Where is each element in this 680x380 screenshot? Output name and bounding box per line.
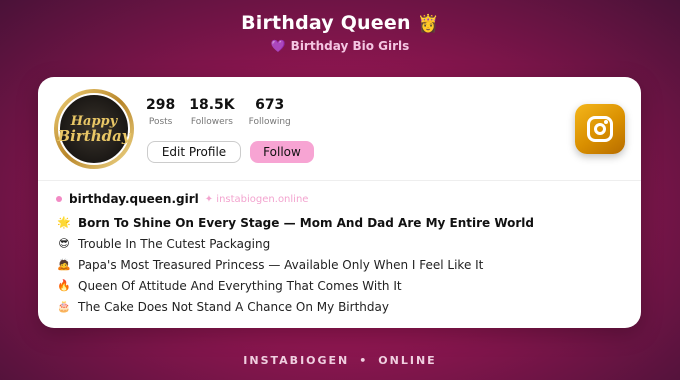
title-text: Birthday Queen bbox=[241, 12, 411, 34]
stat-followers[interactable]: 18.5K Followers bbox=[189, 97, 234, 127]
handle-dot-icon bbox=[56, 196, 62, 202]
bio-text: Papa's Most Treasured Princess — Availab… bbox=[78, 257, 484, 272]
camera-outline bbox=[587, 116, 613, 142]
cake-icon: 🎂 bbox=[57, 300, 71, 313]
edit-profile-button[interactable]: Edit Profile bbox=[147, 141, 241, 163]
page-subtitle: 💜 Birthday Bio Girls bbox=[0, 39, 680, 53]
bio-line: 😎 Trouble In The Cutest Packaging bbox=[56, 233, 534, 254]
page-header: Birthday Queen 👸 💜 Birthday Bio Girls bbox=[0, 12, 680, 53]
bio-line: 🔥 Queen Of Attitude And Everything That … bbox=[56, 275, 534, 296]
stat-value: 673 bbox=[255, 97, 285, 113]
heart-icon: 💜 bbox=[270, 39, 286, 53]
stat-value: 298 bbox=[146, 97, 176, 113]
stat-posts[interactable]: 298 Posts bbox=[146, 97, 175, 127]
bio-line: 🙇 Papa's Most Treasured Princess — Avail… bbox=[56, 254, 534, 275]
page-title: Birthday Queen 👸 bbox=[0, 12, 680, 34]
bowing-person-icon: 🙇 bbox=[57, 258, 71, 271]
bio-list: 🌟 Born To Shine On Every Stage — Mom And… bbox=[56, 212, 534, 317]
stat-label: Followers bbox=[190, 117, 234, 127]
bio-text: Queen Of Attitude And Everything That Co… bbox=[78, 278, 402, 293]
avatar-text-1: Happy bbox=[70, 113, 118, 129]
avatar-text-2: Birthday bbox=[57, 126, 131, 145]
star-icon: 🌟 bbox=[57, 216, 71, 229]
camera-flash-dot bbox=[604, 120, 608, 124]
queen-emoji-icon: 👸 bbox=[417, 14, 439, 34]
camera-lens bbox=[594, 123, 606, 135]
footer-brand-name: INSTABIOGEN bbox=[243, 354, 350, 367]
stat-value: 18.5K bbox=[189, 97, 235, 113]
stat-label: Following bbox=[248, 117, 291, 127]
fire-icon: 🔥 bbox=[57, 279, 71, 292]
bio-line: 🌟 Born To Shine On Every Stage — Mom And… bbox=[56, 212, 534, 233]
stat-label: Posts bbox=[148, 117, 173, 127]
footer-brand-suffix: ONLINE bbox=[378, 354, 437, 367]
stat-following[interactable]: 673 Following bbox=[249, 97, 291, 127]
bio-line: 🎂 The Cake Does Not Stand A Chance On My… bbox=[56, 296, 534, 317]
profile-stats: 298 Posts 18.5K Followers 673 Following bbox=[146, 97, 305, 127]
website-link[interactable]: ✦ instabiogen.online bbox=[205, 194, 309, 205]
divider bbox=[38, 180, 641, 181]
avatar-image: Happy Birthday bbox=[57, 93, 131, 165]
avatar[interactable]: Happy Birthday bbox=[54, 89, 134, 169]
footer-brand: INSTABIOGEN • ONLINE bbox=[0, 354, 680, 367]
bio-text: Born To Shine On Every Stage — Mom And D… bbox=[78, 215, 535, 230]
bio-text: The Cake Does Not Stand A Chance On My B… bbox=[78, 299, 389, 314]
subtitle-text: Birthday Bio Girls bbox=[290, 39, 410, 53]
sunglasses-icon: 😎 bbox=[58, 237, 70, 250]
username[interactable]: birthday.queen.girl bbox=[69, 192, 199, 206]
footer-separator: • bbox=[359, 354, 369, 367]
bio-text: Trouble In The Cutest Packaging bbox=[78, 236, 271, 251]
handle-row: birthday.queen.girl ✦ instabiogen.online bbox=[56, 192, 308, 206]
profile-card: Happy Birthday 298 Posts 18.5K Followers… bbox=[38, 77, 641, 328]
instagram-icon[interactable] bbox=[575, 104, 625, 154]
follow-button[interactable]: Follow bbox=[250, 141, 314, 163]
